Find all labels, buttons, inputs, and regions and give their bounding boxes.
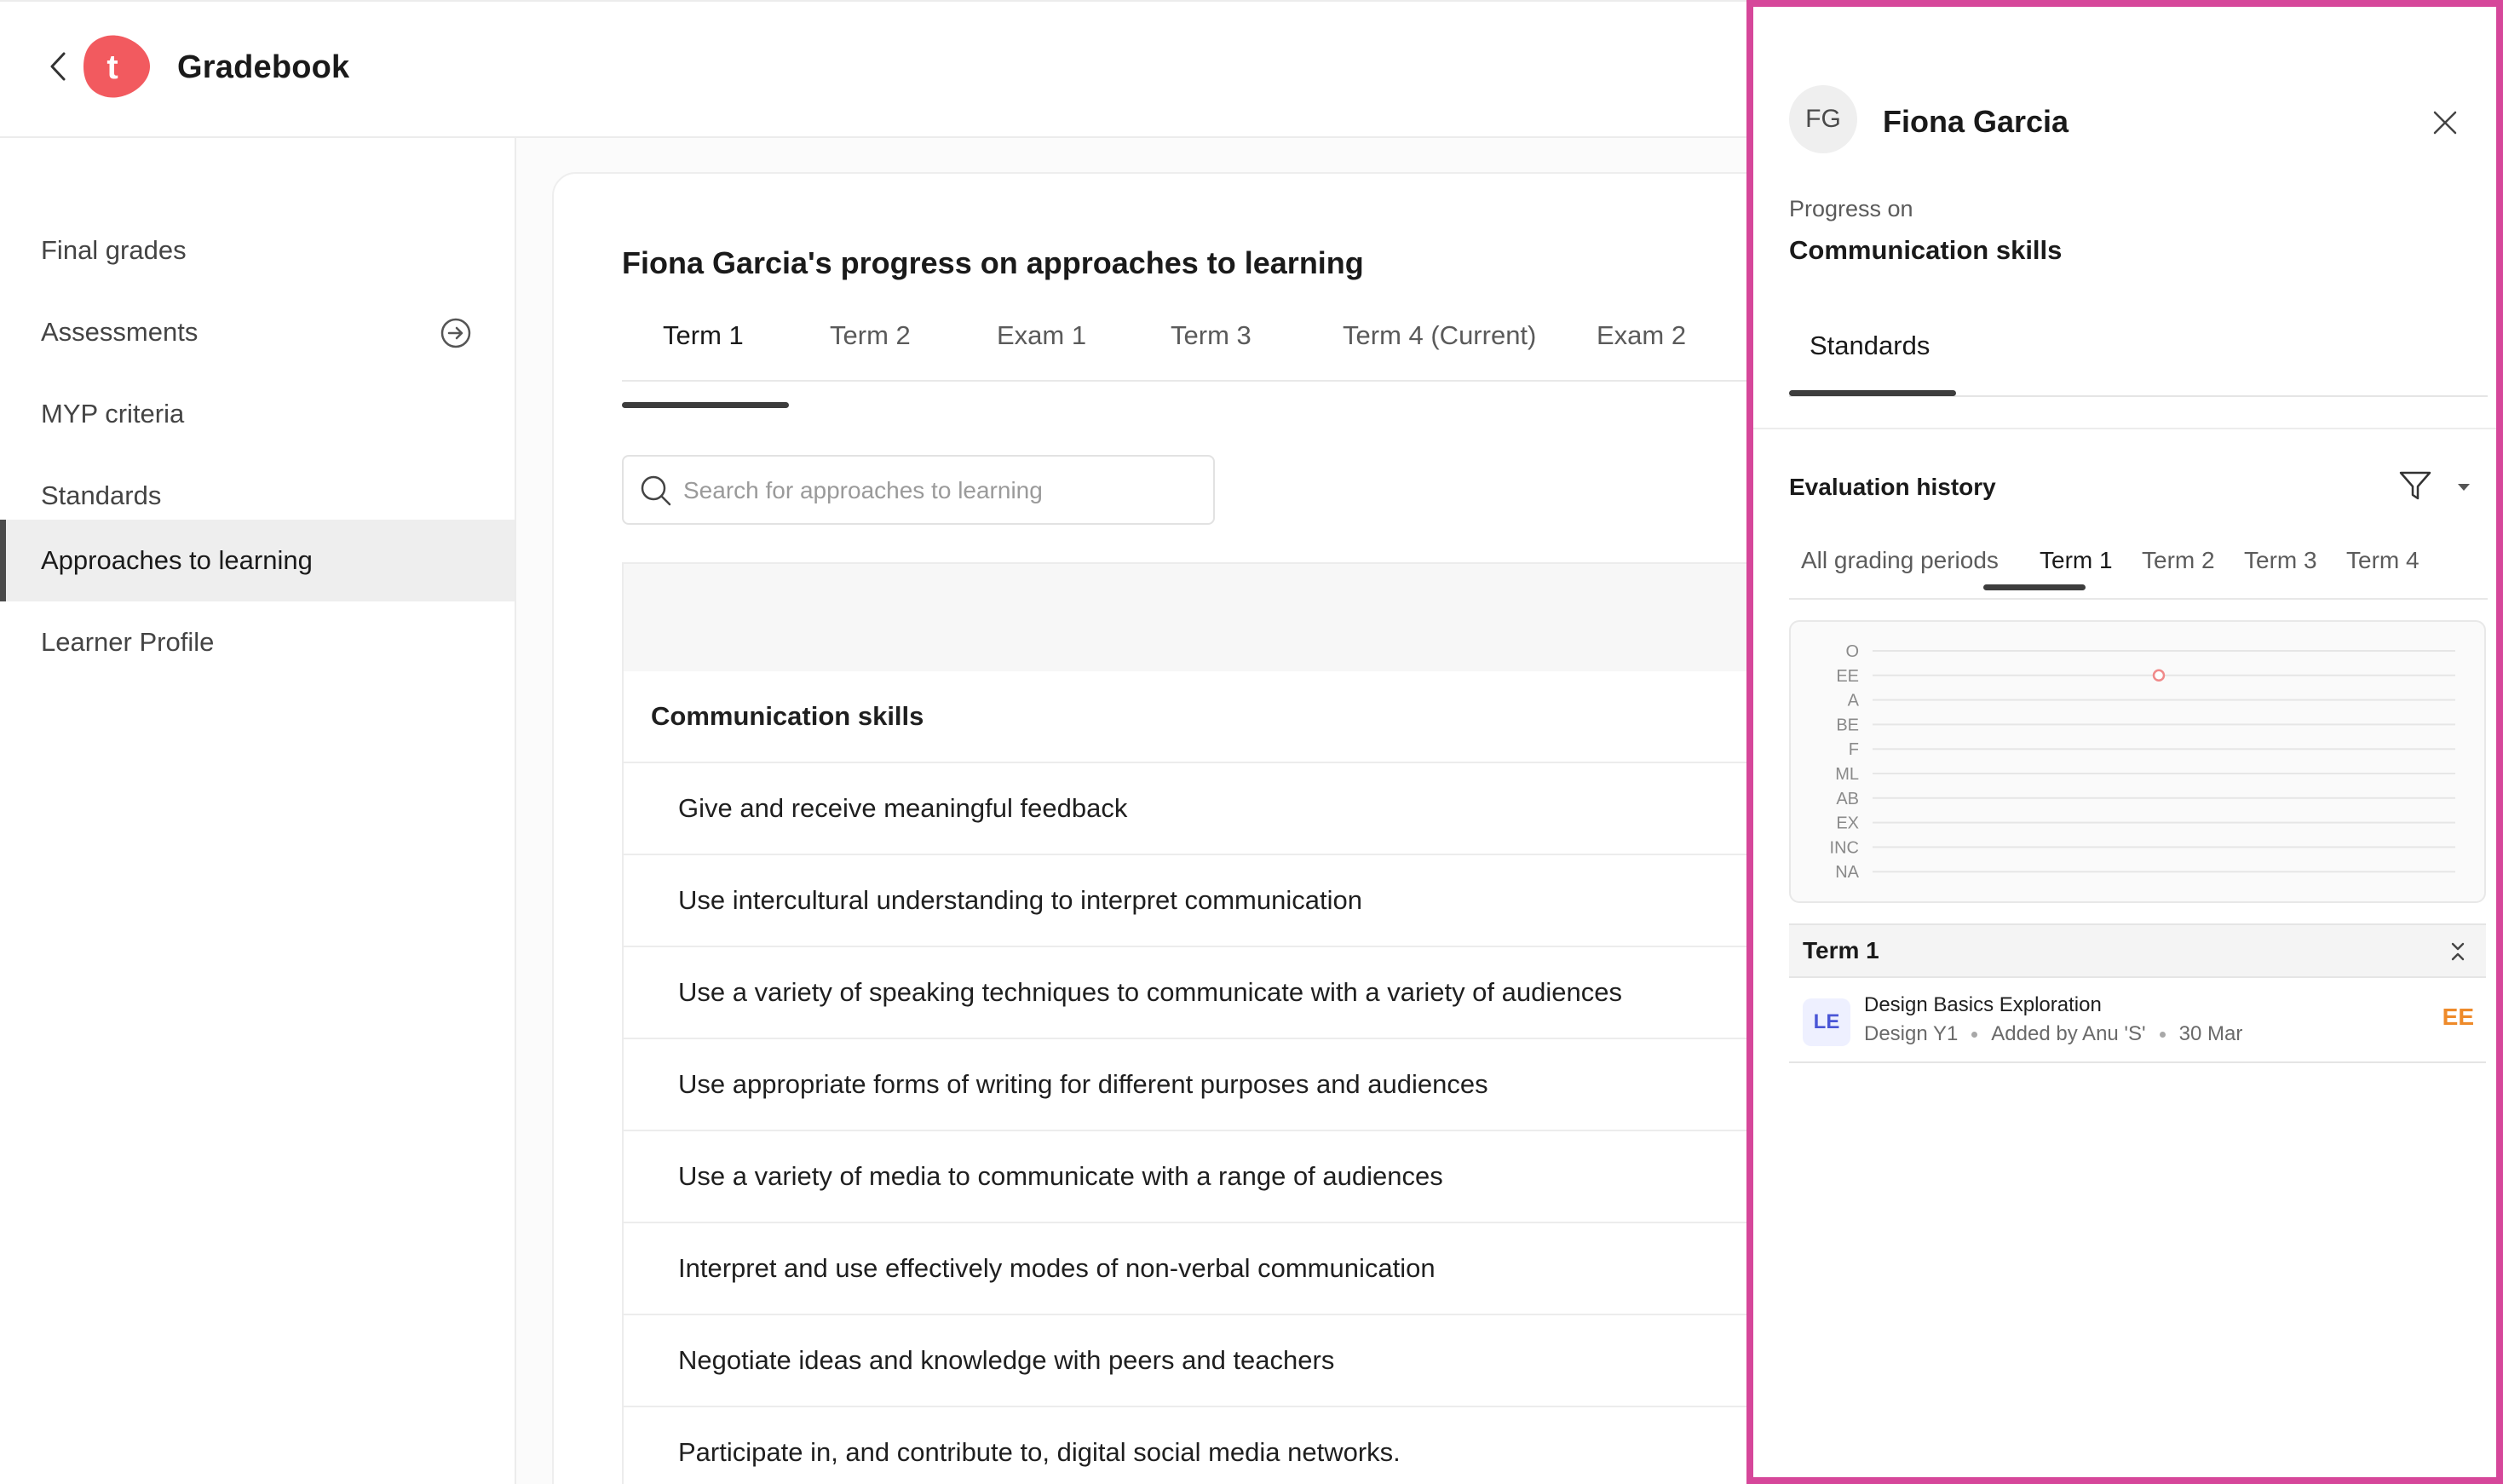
evaluation-chart: O EE A BE F ML AB EX INC NA (1789, 620, 2486, 903)
sidebar-item-learner-profile[interactable]: Learner Profile (0, 601, 515, 683)
back-button[interactable] (44, 49, 72, 83)
entry-type-badge: LE (1803, 998, 1850, 1046)
row-label: Use intercultural understanding to inter… (678, 885, 1362, 915)
sidebar-item-approaches-to-learning[interactable]: Approaches to learning (0, 520, 515, 601)
app-header: t Gradebook (0, 0, 1746, 138)
progress-label: Progress on (1789, 196, 1913, 221)
page-title: Fiona Garcia's progress on approaches to… (622, 245, 1364, 280)
tab-term-1[interactable]: Term 1 (663, 310, 744, 382)
logo-letter: t (106, 49, 118, 86)
y-tick-label: EX (1836, 814, 1859, 833)
panel-tabs: Standards (1789, 322, 2488, 397)
table-row[interactable]: Negotiate ideas and knowledge with peers… (622, 1315, 1832, 1407)
table-row[interactable]: Use appropriate forms of writing for dif… (622, 1039, 1832, 1131)
divider (1753, 428, 2496, 429)
data-point[interactable] (2152, 669, 2166, 682)
sidebar-item-myp-criteria[interactable]: MYP criteria (0, 373, 515, 455)
close-icon[interactable] (2428, 106, 2462, 140)
sidebar-item-final-grades[interactable]: Final grades (0, 210, 515, 291)
tab-term-4[interactable]: Term 4 (2346, 547, 2420, 574)
evaluation-history-title: Evaluation history (1789, 474, 1996, 500)
row-label: Use appropriate forms of writing for dif… (678, 1069, 1488, 1099)
entry-title: Design Basics Exploration (1864, 993, 2102, 1016)
student-detail-panel: FG Fiona Garcia Progress on Communicatio… (1746, 0, 2503, 1484)
chevron-down-icon[interactable] (2454, 477, 2474, 498)
y-tick-label: ML (1835, 765, 1859, 784)
sidebar-item-label: Final grades (41, 235, 187, 265)
active-tab-indicator (622, 402, 789, 408)
app-title: Gradebook (177, 49, 350, 85)
table-row[interactable]: Use intercultural understanding to inter… (622, 855, 1832, 947)
arrow-right-circle-icon[interactable] (440, 317, 472, 349)
collapse-icon[interactable] (2447, 940, 2469, 963)
active-period-indicator (1983, 584, 2086, 590)
tab-term-2[interactable]: Term 2 (830, 310, 911, 382)
search-input[interactable] (683, 469, 1194, 513)
tab-exam-2[interactable]: Exam 2 (1597, 310, 1686, 382)
sidebar-item-label: Approaches to learning (41, 545, 313, 575)
entry-date: 30 Mar (2178, 1022, 2243, 1045)
filter-icon[interactable] (2397, 469, 2433, 503)
entry-meta: Design Y1 Added by Anu 'S' 30 Mar (1864, 1022, 2242, 1046)
table-row[interactable]: Give and receive meaningful feedback (622, 763, 1832, 855)
entry-added-by: Added by Anu 'S' (1991, 1022, 2146, 1045)
sidebar-item-label: Standards (41, 480, 162, 510)
y-tick-label: BE (1836, 716, 1859, 734)
student-name: Fiona Garcia (1883, 104, 2069, 139)
tab-all-grading-periods[interactable]: All grading periods (1801, 547, 1999, 574)
evaluation-chart-svg: O EE A BE F ML AB EX INC NA (1830, 642, 2455, 882)
app-logo: t (82, 32, 152, 101)
row-label: Communication skills (651, 701, 924, 731)
row-label: Negotiate ideas and knowledge with peers… (678, 1345, 1335, 1375)
tab-term-1[interactable]: Term 1 (2040, 547, 2113, 574)
search-icon (641, 475, 671, 506)
tab-term-4-current[interactable]: Term 4 (Current) (1343, 310, 1536, 382)
sidebar-item-label: Learner Profile (41, 627, 215, 657)
table-row[interactable]: Use a variety of media to communicate wi… (622, 1131, 1832, 1223)
search-box (622, 455, 1215, 525)
sidebar-item-assessments[interactable]: Assessments (0, 291, 515, 373)
sidebar-item-label: Assessments (41, 317, 199, 347)
y-tick-label: NA (1835, 863, 1859, 882)
evaluation-entry[interactable]: LE Design Basics Exploration Design Y1 Ad… (1789, 978, 2486, 1063)
progress-card: Fiona Garcia's progress on approaches to… (552, 172, 1832, 1484)
table-row[interactable]: Interpret and use effectively modes of n… (622, 1223, 1832, 1315)
avatar: FG (1789, 85, 1857, 153)
y-tick-label: AB (1836, 790, 1859, 808)
table-header (622, 562, 1832, 671)
chevron-left-icon (50, 52, 66, 81)
main-content: Fiona Garcia's progress on approaches to… (516, 138, 1832, 1484)
active-tab-indicator (1789, 390, 1956, 396)
y-tick-label: INC (1830, 838, 1859, 857)
y-tick-label: A (1848, 692, 1860, 710)
table-row[interactable]: Use a variety of speaking techniques to … (622, 947, 1832, 1039)
table-row[interactable]: Participate in, and contribute to, digit… (622, 1407, 1832, 1484)
tab-standards[interactable]: Standards (1810, 331, 1930, 361)
term-group-header[interactable]: Term 1 (1789, 923, 2486, 978)
tab-term-3[interactable]: Term 3 (2244, 547, 2317, 574)
entry-grade: EE (2442, 1004, 2474, 1030)
grading-period-tabs: All grading periods Term 1 Term 2 Term 3… (1789, 537, 2488, 600)
table-row-group[interactable]: Communication skills (622, 671, 1832, 763)
row-label: Give and receive meaningful feedback (678, 793, 1128, 823)
skill-title: Communication skills (1789, 235, 2063, 265)
row-label: Use a variety of speaking techniques to … (678, 977, 1622, 1007)
sidebar-nav: Final grades Assessments MYP criteria St… (0, 138, 516, 1484)
tab-exam-1[interactable]: Exam 1 (997, 310, 1086, 382)
separator-dot (2159, 1032, 2166, 1038)
separator-dot (1971, 1032, 1978, 1038)
row-label: Interpret and use effectively modes of n… (678, 1253, 1436, 1283)
entry-course: Design Y1 (1864, 1022, 1959, 1045)
term-label: Term 1 (1803, 937, 1879, 963)
term-tabs: Term 1 Term 2 Exam 1 Term 3 Term 4 (Curr… (622, 310, 1815, 382)
y-tick-label: EE (1836, 667, 1859, 686)
row-label: Participate in, and contribute to, digit… (678, 1437, 1401, 1467)
sidebar-item-label: MYP criteria (41, 399, 185, 429)
row-label: Use a variety of media to communicate wi… (678, 1161, 1443, 1191)
y-tick-label: O (1845, 642, 1859, 661)
tab-term-3[interactable]: Term 3 (1171, 310, 1252, 382)
tab-term-2[interactable]: Term 2 (2142, 547, 2215, 574)
y-tick-label: F (1849, 740, 1859, 759)
